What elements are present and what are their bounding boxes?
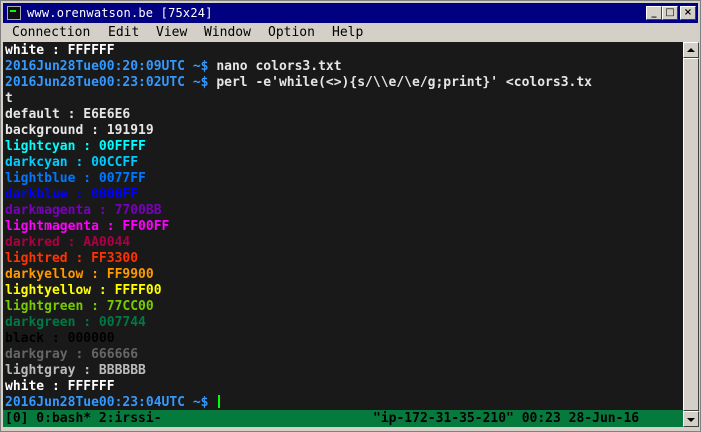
terminal-line: darkgray : 666666: [5, 347, 139, 362]
prompt-text: 2016Jun28Tue00:23:02UTC ~$: [5, 75, 217, 90]
terminal-line: white : FFFFFF: [5, 43, 115, 58]
terminal-prompt-line: 2016Jun28Tue00:23:02UTC ~$ perl -e'while…: [5, 75, 592, 91]
menu-view[interactable]: View: [156, 24, 187, 41]
scroll-up-button[interactable]: [683, 42, 699, 58]
vertical-scrollbar[interactable]: [683, 42, 699, 427]
terminal-app-icon[interactable]: [7, 6, 21, 20]
menu-option[interactable]: Option: [268, 24, 315, 41]
terminal-line: darkmagenta : 7700BB: [5, 203, 162, 218]
menu-edit[interactable]: Edit: [108, 24, 139, 41]
minimize-button[interactable]: _: [646, 6, 662, 20]
status-host-time: "ip-172-31-35-210" 00:23 28-Jun-16: [373, 411, 640, 426]
terminal-line: lightcyan : 00FFFF: [5, 139, 146, 154]
text-cursor: [218, 395, 221, 408]
terminal-line: black : 000000: [5, 331, 115, 346]
terminal-line: white : FFFFFF: [5, 379, 115, 394]
down-arrow-icon: [687, 418, 695, 422]
menu-connection[interactable]: Connection: [12, 24, 90, 41]
terminal-line: darkblue : 0000FF: [5, 187, 139, 202]
terminal-line: lightmagenta : FF00FF: [5, 219, 170, 234]
menu-bar: Connection Edit View Window Option Help: [3, 23, 698, 42]
terminal-output[interactable]: white : FFFFFF 2016Jun28Tue00:20:09UTC ~$…: [3, 42, 683, 427]
scroll-down-button[interactable]: [683, 411, 699, 427]
terminal-prompt-line: 2016Jun28Tue00:23:04UTC ~$: [5, 395, 221, 411]
tmux-status-bar: [0] 0:bash* 2:irssi- "ip-172-31-35-210" …: [3, 410, 683, 427]
scroll-thumb[interactable]: [683, 58, 699, 411]
terminal-line: background : 191919: [5, 123, 154, 138]
up-arrow-icon: [687, 48, 695, 52]
close-button[interactable]: ×: [680, 6, 696, 20]
terminal-line: lightyellow : FFFF00: [5, 283, 162, 298]
status-windows: [0] 0:bash* 2:irssi-: [5, 411, 162, 426]
command-text: perl -e'while(<>){s/\\e/\e/g;print}' <co…: [216, 75, 593, 90]
command-text: nano colors3.txt: [216, 59, 342, 74]
prompt-text: 2016Jun28Tue00:23:04UTC ~$: [5, 395, 217, 410]
title-bar[interactable]: www.orenwatson.be [75x24] _ □ ×: [3, 3, 698, 23]
terminal-line: lightred : FF3300: [5, 251, 139, 266]
terminal-line: t: [5, 91, 13, 106]
window-title: www.orenwatson.be [75x24]: [27, 6, 213, 20]
terminal-line: default : E6E6E6: [5, 107, 131, 122]
menu-help[interactable]: Help: [332, 24, 363, 41]
terminal-line: darkcyan : 00CCFF: [5, 155, 139, 170]
terminal-line: lightblue : 0077FF: [5, 171, 146, 186]
terminal-window: www.orenwatson.be [75x24] _ □ × Connecti…: [0, 0, 701, 432]
terminal-line: darkyellow : FF9900: [5, 267, 154, 282]
prompt-text: 2016Jun28Tue00:20:09UTC ~$: [5, 59, 217, 74]
terminal-line: lightgray : BBBBBB: [5, 363, 146, 378]
terminal-prompt-line: 2016Jun28Tue00:20:09UTC ~$ nano colors3.…: [5, 59, 342, 75]
maximize-button[interactable]: □: [662, 6, 678, 20]
terminal-line: lightgreen : 77CC00: [5, 299, 154, 314]
terminal-line: darkgreen : 007744: [5, 315, 146, 330]
menu-window[interactable]: Window: [204, 24, 251, 41]
terminal-line: darkred : AA0044: [5, 235, 131, 250]
